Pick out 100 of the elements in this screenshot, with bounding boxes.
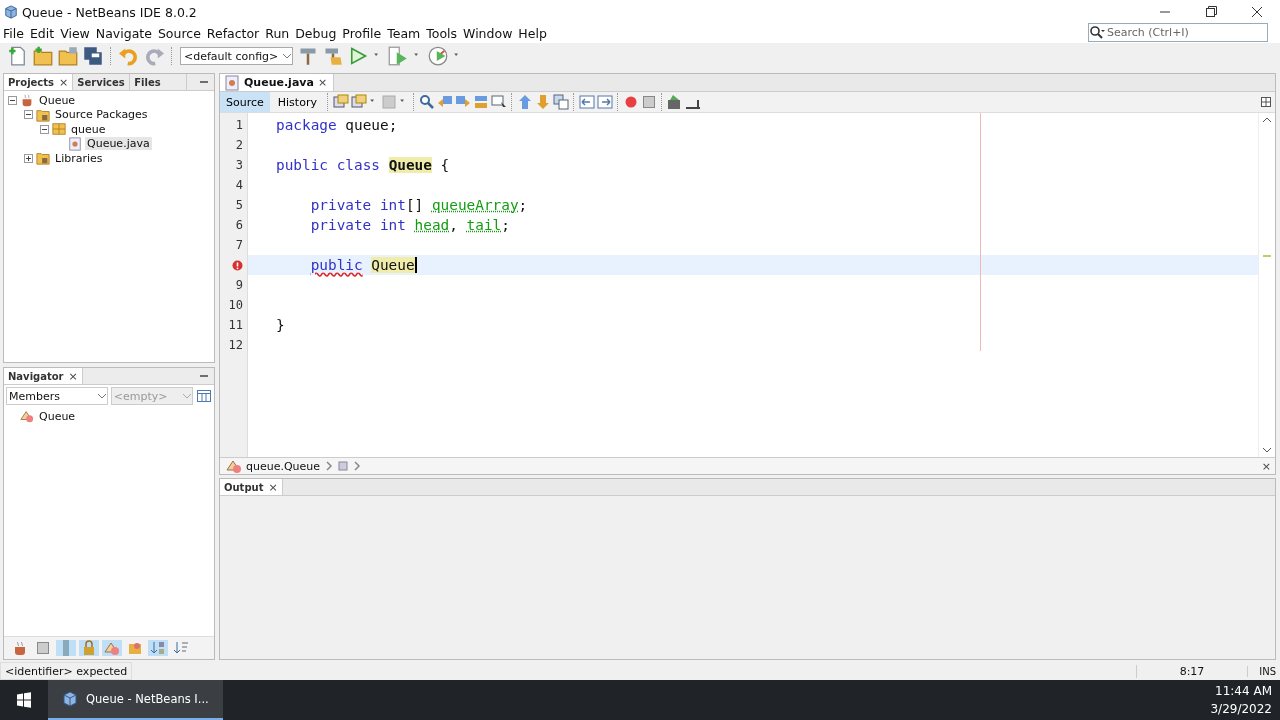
close-icon[interactable]: × — [59, 75, 69, 89]
undo-icon[interactable] — [119, 46, 139, 66]
sort-icon — [150, 640, 166, 656]
search-input[interactable]: Search (Ctrl+I) — [1105, 26, 1259, 39]
close-icon[interactable]: × — [1261, 459, 1275, 473]
menu-item[interactable]: Window — [460, 26, 516, 41]
line-number: 1 — [235, 118, 243, 132]
rectangles-icon[interactable] — [472, 94, 489, 110]
error-stripe-mark — [1263, 255, 1271, 257]
panel-tab[interactable]: Projects — [8, 76, 54, 88]
new-file-icon[interactable] — [8, 46, 28, 66]
new-project-icon[interactable] — [33, 46, 53, 66]
hammer-icon[interactable] — [298, 46, 318, 66]
java-file-icon — [68, 136, 82, 151]
line-number: 7 — [235, 238, 243, 252]
menu-item[interactable]: View — [57, 26, 93, 41]
close-icon[interactable]: × — [68, 369, 78, 383]
gauge-icon[interactable] — [428, 46, 448, 66]
menu-item[interactable]: Refactor — [203, 26, 263, 41]
taskbar-app[interactable]: Queue - NetBeans I... — [48, 680, 223, 720]
square-icon — [338, 461, 349, 471]
menu-item[interactable]: Navigate — [92, 26, 155, 41]
menu-item[interactable]: Profile — [339, 26, 385, 41]
view-tab[interactable]: History — [271, 92, 323, 112]
collapse-icon[interactable] — [40, 124, 49, 134]
scroll-down-icon[interactable] — [1262, 445, 1272, 455]
magnifier-icon[interactable] — [418, 94, 435, 110]
menu-item[interactable]: Source — [154, 26, 204, 41]
collapse-icon[interactable] — [24, 110, 33, 120]
square-icon[interactable] — [380, 94, 397, 110]
filter-toggle[interactable] — [79, 640, 99, 656]
clock-date: 3/29/2022 — [1210, 702, 1272, 716]
tree-item[interactable]: Queue — [37, 93, 78, 107]
save-all-icon[interactable] — [83, 46, 103, 66]
clock-time: 11:44 AM — [1215, 684, 1272, 698]
menu-item[interactable]: File — [0, 26, 27, 41]
menu-item[interactable]: Run — [262, 26, 293, 41]
collapse-icon[interactable] — [8, 95, 17, 105]
search-field[interactable]: Search (Ctrl+I) — [1088, 23, 1268, 42]
windows-start-icon[interactable] — [16, 692, 32, 708]
editor-tab[interactable]: Queue.java — [244, 76, 314, 89]
document-icon[interactable] — [350, 94, 367, 110]
squares-icon[interactable] — [552, 94, 569, 110]
code-line: public Queue — [310, 257, 417, 273]
stop-icon[interactable] — [640, 94, 657, 110]
debug-icon[interactable] — [388, 46, 408, 66]
class-icon — [226, 458, 242, 474]
redo-icon[interactable] — [144, 46, 164, 66]
selection-icon[interactable] — [490, 94, 507, 110]
panel-tab[interactable]: Output — [224, 481, 264, 493]
members-dropdown[interactable]: Members — [6, 387, 108, 405]
insert-mode: INS — [1247, 665, 1280, 677]
menu-item[interactable]: Team — [384, 26, 424, 41]
arrow-icon[interactable] — [454, 94, 471, 110]
line-number: 12 — [228, 338, 243, 352]
cube-icon — [4, 5, 18, 19]
menu-item[interactable]: Help — [515, 26, 550, 41]
filter-toggle[interactable] — [102, 640, 122, 656]
tree-item[interactable]: Libraries — [53, 151, 105, 165]
code-line: public class Queue { — [276, 157, 450, 173]
view-tab[interactable]: Source — [220, 92, 270, 112]
sort-icon — [173, 640, 189, 656]
code-line: package queue; — [276, 117, 398, 133]
panel-tab[interactable]: Navigator — [8, 370, 64, 382]
arrow-icon[interactable] — [436, 94, 453, 110]
window-title: Queue - NetBeans IDE 8.0.2 — [22, 4, 198, 20]
panel-tab[interactable]: Services — [73, 74, 131, 90]
expand-icon[interactable] — [24, 153, 33, 163]
caret-icon — [182, 391, 192, 401]
shift-right-icon[interactable] — [596, 94, 613, 110]
line-number: 4 — [235, 178, 243, 192]
caret-icon — [96, 391, 107, 401]
folder-icon — [36, 107, 50, 122]
close-icon[interactable]: × — [268, 480, 278, 494]
run-icon[interactable] — [348, 46, 368, 66]
menu-item[interactable]: Debug — [292, 26, 340, 41]
menu-item[interactable]: Tools — [423, 26, 461, 41]
coffee-cup-icon — [20, 93, 34, 108]
cursor-position: 8:17 — [1136, 664, 1247, 678]
tree-item[interactable]: Queue — [37, 409, 78, 423]
columns-icon[interactable] — [196, 388, 212, 404]
search-icon[interactable] — [1089, 24, 1105, 41]
shift-left-icon[interactable] — [578, 94, 595, 110]
split-icon[interactable] — [1261, 97, 1271, 107]
tree-item[interactable]: queue — [69, 122, 108, 136]
scroll-up-icon[interactable] — [1262, 115, 1272, 125]
breadcrumb-item[interactable]: queue.Queue — [246, 459, 321, 473]
filter-toggle[interactable] — [56, 640, 76, 656]
close-icon[interactable]: × — [317, 76, 328, 89]
line-number: 10 — [228, 298, 243, 312]
tree-item[interactable]: Source Packages — [53, 108, 150, 122]
panel-tab[interactable]: Files — [130, 74, 188, 90]
document-icon[interactable] — [332, 94, 349, 110]
config-dropdown[interactable]: <default config> — [180, 47, 293, 65]
open-project-icon[interactable] — [58, 46, 78, 66]
filter-toggle[interactable] — [171, 640, 191, 656]
tree-item[interactable]: Queue.java — [85, 137, 152, 151]
filter-toggle[interactable] — [148, 640, 168, 656]
menu-item[interactable]: Edit — [26, 26, 58, 41]
line-number: 9 — [235, 278, 243, 292]
